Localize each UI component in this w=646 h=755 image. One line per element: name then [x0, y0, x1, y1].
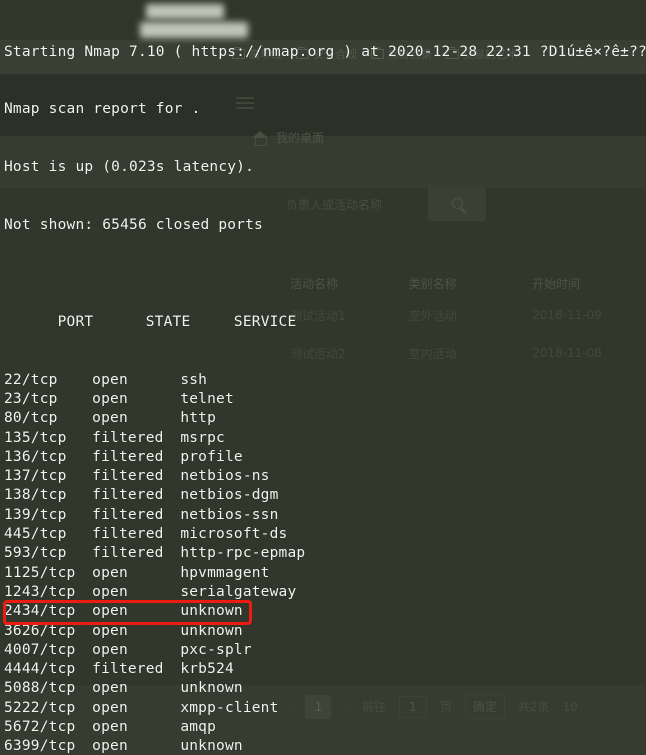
cell-state: open	[92, 680, 128, 697]
cell-service: pxc-splr	[180, 641, 252, 658]
port-row: 135/tcp filtered msrpc	[4, 429, 646, 448]
redacted-url-blur	[146, 4, 224, 19]
cell-state: open	[92, 371, 128, 388]
port-row: 5222/tcp open xmpp-client	[4, 699, 646, 718]
redacted-hostname-blur	[140, 22, 248, 38]
cell-state: filtered	[92, 506, 164, 523]
cell-service: msrpc	[180, 429, 225, 446]
cell-state: open	[92, 718, 128, 735]
port-row: 593/tcp filtered http-rpc-epmap	[4, 544, 646, 563]
port-row: 1125/tcp open hpvmmagent	[4, 564, 646, 583]
terminal-header-line: Starting Nmap 7.10 ( https://nmap.org ) …	[4, 43, 646, 60]
cell-port: 4444/tcp	[4, 661, 76, 678]
cell-state: open	[92, 641, 128, 658]
cell-port: 136/tcp	[4, 448, 67, 465]
port-row: 5088/tcp open unknown	[4, 679, 646, 698]
cell-state: open	[92, 390, 128, 407]
port-rows-container: 22/tcp open ssh 23/tcp open telnet 80/tcp open h…	[4, 371, 646, 755]
port-row: 138/tcp filtered netbios-dgm	[4, 486, 646, 505]
cell-port: 4007/tcp	[4, 641, 76, 658]
cell-state: open	[92, 583, 128, 600]
terminal-header-line: Nmap scan report for .	[4, 101, 201, 118]
port-row: 23/tcp open telnet	[4, 390, 646, 409]
port-row: 6399/tcp open unknown	[4, 737, 646, 755]
cell-service: microsoft-ds	[180, 526, 288, 543]
cell-service: serialgateway	[180, 583, 297, 600]
cell-service: http-rpc-epmap	[180, 545, 306, 562]
cell-port: 593/tcp	[4, 545, 67, 562]
cell-service: hpvmmagent	[180, 564, 270, 581]
port-row: 139/tcp filtered netbios-ssn	[4, 506, 646, 525]
cell-state: open	[92, 738, 128, 755]
cell-port: 1243/tcp	[4, 583, 76, 600]
cell-service: netbios-ns	[180, 468, 270, 485]
port-row: 1243/tcp open serialgateway	[4, 583, 646, 602]
cell-state: filtered	[92, 468, 164, 485]
cell-service: netbios-ssn	[180, 506, 279, 523]
cell-state: open	[92, 699, 128, 716]
cell-state: filtered	[92, 448, 164, 465]
red-highlight-annotation	[3, 600, 252, 626]
port-row: 4007/tcp open pxc-splr	[4, 641, 646, 660]
port-row: 5672/tcp open amqp	[4, 718, 646, 737]
cell-state: filtered	[92, 526, 164, 543]
cell-port: 138/tcp	[4, 487, 67, 504]
port-row: 4444/tcp filtered krb524	[4, 660, 646, 679]
port-row: 136/tcp filtered profile	[4, 448, 646, 467]
port-row: 22/tcp open ssh	[4, 371, 646, 390]
cell-state: filtered	[92, 545, 164, 562]
cell-port: 135/tcp	[4, 429, 67, 446]
cell-port: 445/tcp	[4, 526, 67, 543]
column-header-port: PORT	[57, 313, 94, 330]
terminal-header-line: Not shown: 65456 closed ports	[4, 217, 263, 234]
cell-port: 137/tcp	[4, 468, 67, 485]
cell-state: filtered	[92, 487, 164, 504]
cell-service: http	[180, 410, 217, 427]
cell-port: 22/tcp	[4, 371, 58, 388]
port-row: 445/tcp filtered microsoft-ds	[4, 525, 646, 544]
cell-state: filtered	[92, 429, 164, 446]
cell-port: 23/tcp	[4, 390, 58, 407]
cell-port: 139/tcp	[4, 506, 67, 523]
cell-port: 1125/tcp	[4, 564, 76, 581]
port-row: 137/tcp filtered netbios-ns	[4, 467, 646, 486]
cell-port: 5222/tcp	[4, 699, 76, 716]
cell-service: profile	[180, 448, 243, 465]
cell-service: unknown	[180, 738, 243, 755]
cell-port: 5672/tcp	[4, 718, 76, 735]
cell-state: filtered	[92, 661, 164, 678]
port-table-header: PORT STATE SERVICE	[4, 293, 646, 330]
cell-port: 80/tcp	[4, 410, 58, 427]
cell-service: netbios-dgm	[180, 487, 279, 504]
screenshot-root: 高华线 安全合规 标奇目录 交易的艺术 我的桌面 负责人或活动名称 活动名称 类…	[0, 0, 646, 755]
nmap-terminal-output[interactable]: Starting Nmap 7.10 ( https://nmap.org ) …	[0, 0, 646, 755]
cell-port: 6399/tcp	[4, 738, 76, 755]
cell-state: open	[92, 410, 128, 427]
cell-state: open	[92, 564, 128, 581]
terminal-header-line: Host is up (0.023s latency).	[4, 159, 255, 176]
cell-service: xmpp-client	[180, 699, 279, 716]
cell-service: unknown	[180, 680, 243, 697]
cell-service: ssh	[180, 371, 208, 388]
cell-service: krb524	[180, 661, 234, 678]
port-row: 80/tcp open http	[4, 409, 646, 428]
cell-service: telnet	[180, 390, 234, 407]
cell-port: 5088/tcp	[4, 680, 76, 697]
cell-service: amqp	[180, 718, 217, 735]
column-header-service: SERVICE	[233, 313, 297, 330]
column-header-state: STATE	[145, 313, 191, 330]
